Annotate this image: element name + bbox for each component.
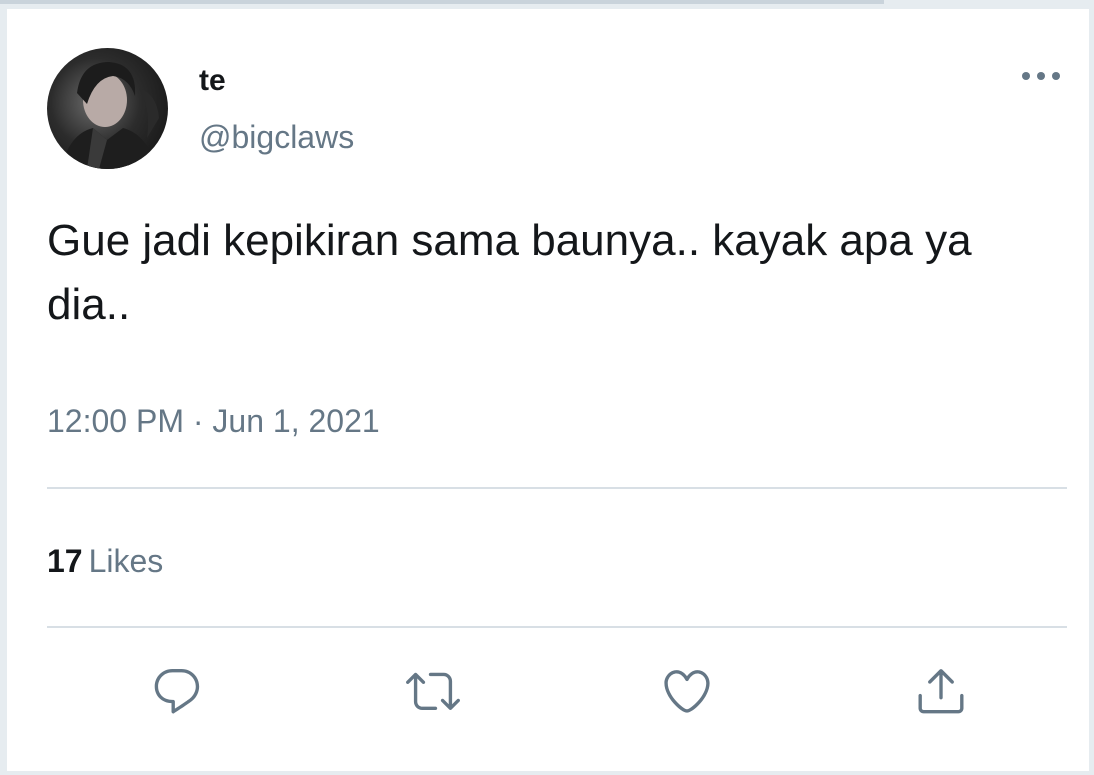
heart-icon: [664, 670, 710, 713]
user-handle[interactable]: @bigclaws: [199, 117, 354, 157]
divider: [47, 487, 1067, 489]
more-dots-icon: [1022, 72, 1060, 80]
display-name[interactable]: te: [199, 63, 226, 99]
divider: [47, 626, 1067, 628]
share-icon: [918, 669, 964, 714]
tweet-text: Gue jadi kepikiran sama baunya.. kayak a…: [47, 216, 972, 329]
avatar[interactable]: [47, 48, 168, 169]
profile-photo-icon: [61, 62, 159, 169]
likes-count: 17: [47, 543, 83, 579]
more-options-button[interactable]: [1017, 65, 1065, 87]
comment-icon: [154, 669, 200, 714]
tweet-timestamp[interactable]: 12:00 PM · Jun 1, 2021: [47, 401, 380, 441]
retweet-icon: [406, 672, 460, 711]
scroll-indicator: [0, 0, 884, 4]
share-button[interactable]: [911, 661, 971, 721]
like-button[interactable]: [657, 661, 717, 721]
retweet-button[interactable]: [403, 661, 463, 721]
reply-button[interactable]: [147, 661, 207, 721]
tweet-card: te @bigclaws Gue jadi kepikiran sama bau…: [6, 8, 1090, 772]
top-strip: [0, 0, 1094, 6]
likes-label: Likes: [88, 543, 164, 579]
likes-stat[interactable]: 17 Likes: [47, 541, 163, 581]
